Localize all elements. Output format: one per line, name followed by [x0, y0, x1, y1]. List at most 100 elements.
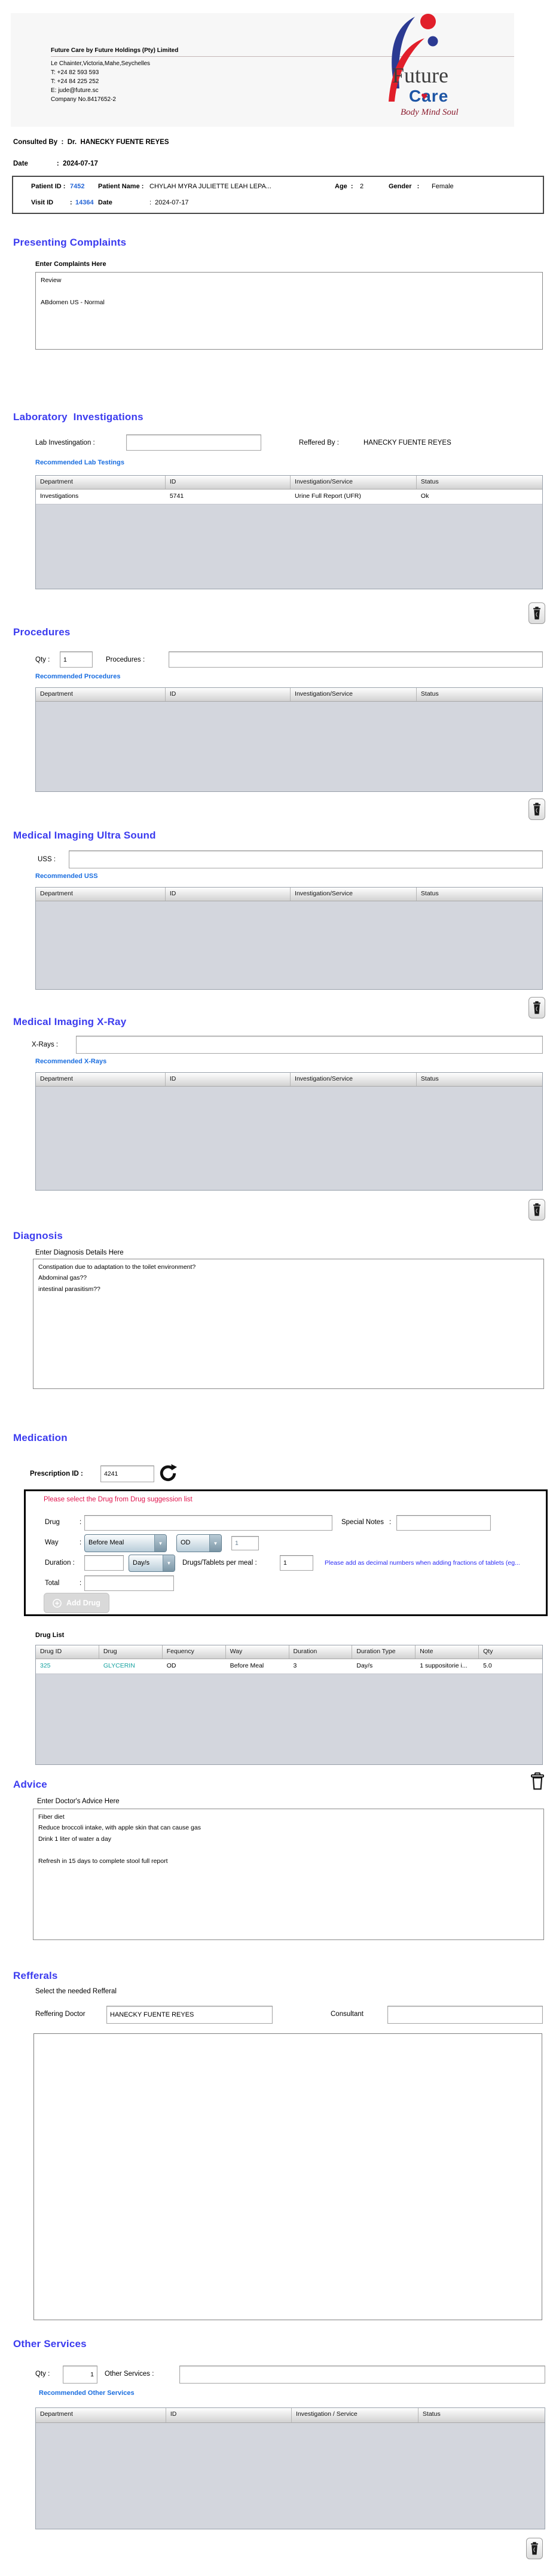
- recommended-other-link: Recommended Other Services: [39, 2390, 135, 2397]
- duration-label: Duration :: [45, 1559, 75, 1567]
- delete-procedures-button[interactable]: [528, 799, 545, 820]
- plus-circle-icon: [53, 1598, 62, 1608]
- diagnosis-textarea[interactable]: Constipation due to adaptation to the to…: [33, 1259, 544, 1389]
- lab-input-label: Lab Investingation :: [35, 439, 95, 446]
- total-label: Total: [45, 1580, 60, 1587]
- procedures-qty-input[interactable]: [60, 651, 93, 668]
- logo-swoosh-icon: Future Care ♥ Body Mind Soul: [389, 14, 459, 117]
- patient-name-label: Patient Name :: [98, 183, 144, 190]
- xray-input[interactable]: [76, 1036, 543, 1054]
- decimal-note: Please add as decimal numbers when addin…: [325, 1559, 520, 1567]
- add-drug-button[interactable]: Add Drug: [44, 1593, 109, 1613]
- referring-doctor-input[interactable]: [106, 2006, 273, 2024]
- diagnosis-title: Diagnosis: [13, 1230, 63, 1241]
- advice-textarea[interactable]: Fiber diet Reduce broccoli intake, with …: [33, 1809, 544, 1940]
- drug-colon: :: [80, 1519, 82, 1526]
- gender-label: Gender :: [389, 183, 420, 190]
- col-department: Department: [36, 476, 166, 489]
- drug-label: Drug: [45, 1519, 60, 1526]
- other-services-input[interactable]: [179, 2366, 545, 2384]
- total-input[interactable]: [84, 1575, 174, 1591]
- visit-id-colon: :: [70, 199, 72, 206]
- consulted-by-line: Consulted By : Dr. HANECKY FUENTE REYES: [13, 139, 169, 146]
- uss-input[interactable]: [69, 850, 543, 868]
- complaints-label: Enter Complaints Here: [35, 261, 106, 268]
- consultant-input[interactable]: [387, 2006, 543, 2024]
- advice-label: Enter Doctor's Advice Here: [37, 1798, 120, 1805]
- delete-other-services-button[interactable]: [526, 2538, 543, 2559]
- patient-id-label: Patient ID :: [31, 183, 66, 190]
- xray-table-header: Department ID Investigation/Service Stat…: [36, 1073, 542, 1087]
- way-select[interactable]: Before Meal ▼: [84, 1534, 167, 1552]
- referral-list-box[interactable]: [33, 2033, 542, 2320]
- consultant-label: Consultant: [331, 2011, 363, 2018]
- delete-lab-button[interactable]: [528, 602, 545, 624]
- company-title: Future Care by Future Holdings (Pty) Lim…: [51, 47, 179, 54]
- consultation-page: Future Care by Future Holdings (Pty) Lim…: [0, 0, 556, 2576]
- other-input-label: Other Services :: [105, 2370, 154, 2378]
- duration-unit-select[interactable]: Day/s ▼: [129, 1555, 175, 1572]
- company-address: Le Chainter,Victoria,Mahe,Seychelles: [51, 60, 151, 67]
- frequency-select[interactable]: OD ▼: [176, 1534, 222, 1552]
- advice-title: Advice: [13, 1779, 47, 1790]
- trash-icon: [531, 2542, 538, 2555]
- special-notes-colon: :: [389, 1519, 392, 1526]
- svg-text:Future: Future: [392, 63, 448, 87]
- visit-id-label: Visit ID: [31, 199, 54, 206]
- consult-date-line: Date : 2024-07-17: [13, 160, 98, 167]
- procedures-table: Department ID Investigation/Service Stat…: [35, 687, 543, 792]
- other-qty-input[interactable]: [63, 2366, 97, 2384]
- company-number: Company No.8417652-2: [51, 96, 116, 103]
- chevron-down-icon: ▼: [163, 1555, 175, 1571]
- delete-xray-button[interactable]: [528, 1199, 545, 1220]
- prescription-id-label: Prescription ID :: [30, 1470, 83, 1477]
- visit-id-value: 14364: [75, 199, 94, 206]
- company-phone-1: T: +24 82 593 593: [51, 69, 99, 76]
- lab-investigation-input[interactable]: [126, 435, 261, 451]
- procedures-input[interactable]: [169, 651, 543, 668]
- procedures-title: Procedures: [13, 626, 71, 638]
- trash-icon: [533, 1203, 540, 1216]
- company-email: E: jude@future.sc: [51, 87, 99, 94]
- delete-uss-button[interactable]: [528, 997, 545, 1018]
- recommended-uss-link: Recommended USS: [35, 873, 98, 880]
- trash-outline-icon: [531, 1772, 544, 1790]
- patient-id-value: 7452: [70, 183, 85, 190]
- refresh-prescription-button[interactable]: [158, 1463, 178, 1483]
- heart-icon: ♥: [421, 93, 428, 102]
- delete-advice-button[interactable]: [527, 1769, 548, 1793]
- table-row[interactable]: Investigations 5741 Urine Full Report (U…: [36, 489, 542, 504]
- age-label: Age :: [335, 183, 353, 190]
- trash-icon: [533, 607, 540, 620]
- future-care-logo: Future Care ♥ Body Mind Soul: [358, 12, 477, 131]
- col-id: ID: [166, 476, 291, 489]
- drug-table-header: Drug ID Drug Fequency Way Duration Durat…: [36, 1645, 542, 1659]
- referrals-label: Select the needed Refferal: [35, 1988, 117, 1995]
- xray-table: Department ID Investigation/Service Stat…: [35, 1072, 543, 1191]
- trash-icon: [533, 803, 540, 816]
- duration-input[interactable]: [84, 1555, 124, 1571]
- col-status: Status: [420, 478, 439, 485]
- trash-icon: [533, 1001, 540, 1014]
- medication-title: Medication: [13, 1432, 68, 1443]
- complaints-textarea[interactable]: Review ABdomen US - Normal: [35, 272, 543, 350]
- total-colon: :: [80, 1580, 82, 1587]
- per-meal-label: Drugs/Tablets per meal :: [182, 1559, 257, 1567]
- add-drug-panel: Please select the Drug from Drug suggess…: [24, 1489, 548, 1616]
- chevron-down-icon: ▼: [209, 1535, 221, 1552]
- drug-input[interactable]: [84, 1515, 332, 1531]
- refresh-icon: [160, 1464, 178, 1482]
- drug-row[interactable]: 325 GLYCERIN OD Before Meal 3 Day/s 1 su…: [36, 1659, 542, 1674]
- age-value: 2: [360, 183, 364, 190]
- prescription-id-input[interactable]: [100, 1466, 154, 1482]
- per-meal-input[interactable]: [280, 1555, 313, 1571]
- recommended-xray-link: Recommended X-Rays: [35, 1058, 107, 1065]
- special-notes-input[interactable]: [396, 1515, 491, 1531]
- frequency-extra-input: [231, 1536, 259, 1550]
- other-qty-label: Qty :: [35, 2370, 50, 2378]
- recommended-lab-link: Recommended Lab Testings: [35, 459, 124, 466]
- xray-title: Medical Imaging X-Ray: [13, 1016, 127, 1027]
- uss-table-header: Department ID Investigation/Service Stat…: [36, 888, 542, 901]
- diagnosis-label: Enter Diagnosis Details Here: [35, 1249, 124, 1256]
- referred-by-label: Reffered By :: [299, 439, 339, 446]
